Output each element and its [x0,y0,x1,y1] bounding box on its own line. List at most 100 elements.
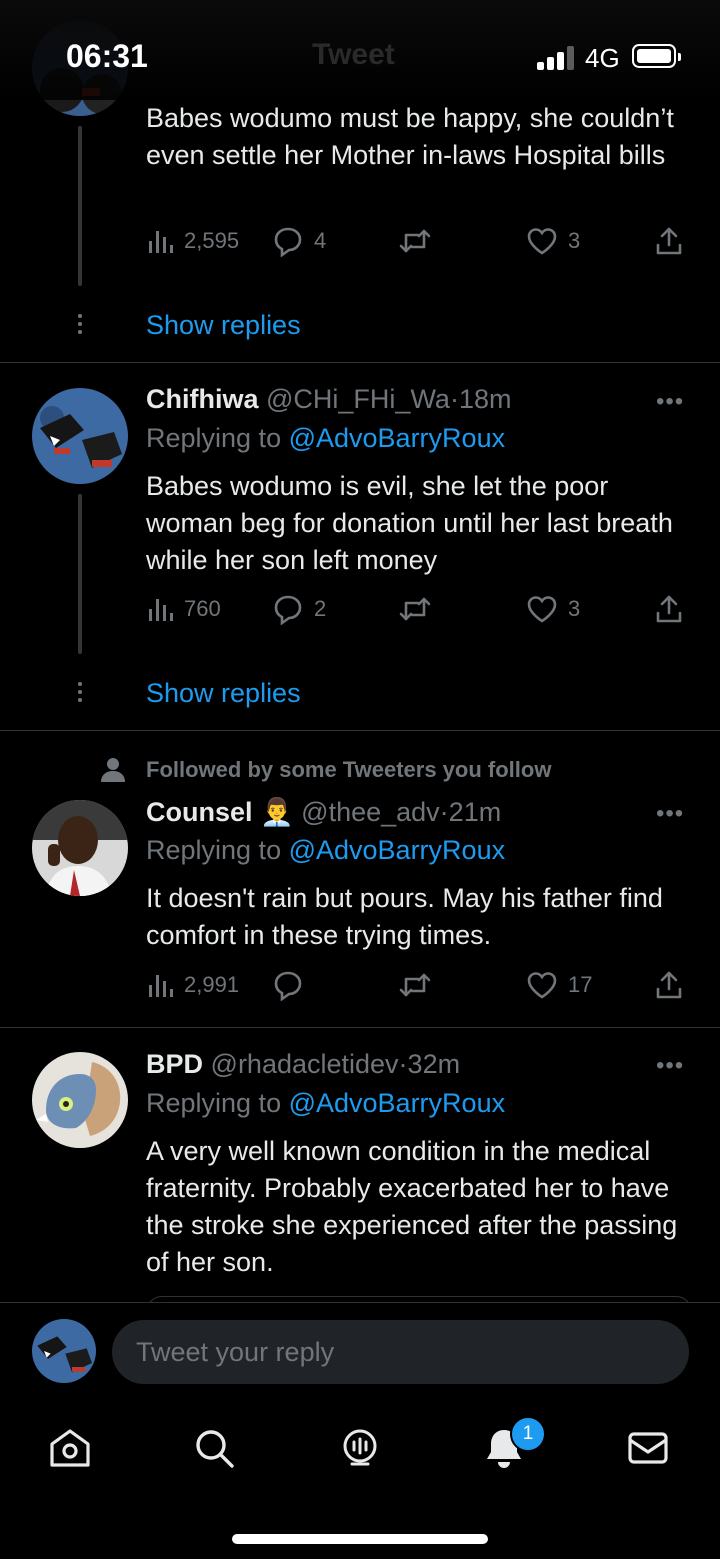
tweet-actions: 760 2 3 [146,592,692,626]
like-button[interactable]: 3 [526,592,580,626]
tweet-header: Counsel 👨‍💼 @thee_adv·21m [146,796,501,828]
mention-link[interactable]: @AdvoBarryRoux [289,1088,506,1118]
reply-icon [274,971,302,1001]
share-icon [656,595,682,623]
status-bar: Tweet 06:31 4G [0,0,720,100]
tweet-age: 32m [407,1049,461,1079]
views-icon [149,975,173,997]
views-icon [149,231,173,253]
header-title: Tweet [312,38,395,71]
divider [0,1027,720,1028]
reply-button[interactable]: 4 [272,224,326,258]
tweet-header: BPD @rhadacletidev·32m [146,1049,460,1080]
tweet-text: A very well known condition in the medic… [146,1136,678,1277]
user-handle[interactable]: @rhadacletidev [211,1049,399,1079]
separator-dot: · [398,1049,408,1079]
retweet-button[interactable] [398,592,432,626]
retweet-icon [399,229,431,253]
replying-prefix: Replying to [146,835,289,865]
tweet-text: It doesn't rain but pours. May his fathe… [146,883,663,950]
reply-icon [274,227,302,257]
more-options-button[interactable]: ••• [656,800,684,828]
network-type: 4G [585,43,620,73]
reply-button[interactable]: 2 [272,592,326,626]
like-count: 3 [568,228,581,253]
tweet-actions: 2,595 4 3 [146,224,692,258]
reply-count: 2 [314,596,327,621]
reply-count: 4 [314,228,327,253]
thread-line [78,126,82,286]
tweet-header: Chifhiwa @CHi_FHi_Wa·18m [146,384,511,415]
signal-icon [537,46,577,70]
display-name[interactable]: Counsel 👨‍💼 [146,797,294,827]
user-handle[interactable]: @thee_adv [301,797,440,827]
divider [0,362,720,363]
more-replies-dots [77,314,83,338]
like-button[interactable]: 17 [526,968,592,1002]
person-icon [101,758,125,782]
share-icon [656,227,682,255]
views-count: 760 [184,596,221,621]
views-button[interactable]: 760 [146,592,221,626]
divider [0,730,720,731]
tweet-text: Babes wodumo must be happy, she couldn’t… [146,103,674,170]
user-handle[interactable]: @CHi_FHi_Wa [266,384,450,414]
reply-bar [0,1302,720,1403]
separator-dot: · [439,797,449,827]
like-count: 3 [568,596,581,621]
show-replies-link[interactable]: Show replies [146,678,301,709]
more-options-button[interactable]: ••• [656,388,684,416]
heart-icon [527,972,557,999]
mail-icon[interactable] [626,1426,670,1470]
avatar[interactable] [32,388,128,484]
home-icon[interactable] [48,1426,92,1470]
status-time: 06:31 [66,38,148,74]
like-button[interactable]: 3 [526,224,580,258]
share-button[interactable] [654,968,684,1002]
battery-icon [632,44,681,68]
mention-link[interactable]: @AdvoBarryRoux [289,835,506,865]
reply-button[interactable] [272,968,304,1002]
views-count: 2,595 [184,228,240,253]
share-icon [656,971,682,999]
views-count: 2,991 [184,972,240,997]
tweet-age: 21m [448,797,502,827]
thread-line [78,494,82,654]
home-indicator [232,1534,488,1544]
more-options-button[interactable]: ••• [656,1052,684,1080]
avatar[interactable] [32,1052,128,1148]
display-name[interactable]: BPD [146,1049,203,1079]
reply-icon [274,595,302,625]
more-replies-dots [77,682,83,706]
retweet-icon [399,597,431,621]
replying-to: Replying to @AdvoBarryRoux [146,423,505,454]
share-button[interactable] [654,224,684,258]
replying-prefix: Replying to [146,1088,289,1118]
tweet-age: 18m [458,384,512,414]
display-name[interactable]: Chifhiwa [146,384,259,414]
separator-dot: · [449,384,459,414]
show-replies-link[interactable]: Show replies [146,310,301,341]
tweet-actions: 2,991 17 [146,968,692,1002]
notification-badge: 1 [510,1416,546,1452]
tweet-text: Babes wodumo is evil, she let the poor w… [146,471,673,575]
retweet-button[interactable] [398,224,432,258]
replying-to: Replying to @AdvoBarryRoux [146,1088,505,1119]
heart-icon [527,596,557,623]
spaces-icon[interactable] [338,1426,382,1470]
replying-prefix: Replying to [146,423,289,453]
my-avatar[interactable] [32,1319,96,1383]
views-button[interactable]: 2,595 [146,224,239,258]
social-context: Followed by some Tweeters you follow [146,757,552,782]
share-button[interactable] [654,592,684,626]
retweet-icon [399,973,431,997]
views-button[interactable]: 2,991 [146,968,239,1002]
replying-to: Replying to @AdvoBarryRoux [146,835,505,866]
mention-link[interactable]: @AdvoBarryRoux [289,423,506,453]
like-count: 17 [568,972,593,997]
heart-icon [527,228,557,255]
retweet-button[interactable] [398,968,432,1002]
reply-input[interactable] [112,1320,689,1384]
avatar[interactable] [32,800,128,896]
search-icon[interactable] [192,1426,236,1470]
